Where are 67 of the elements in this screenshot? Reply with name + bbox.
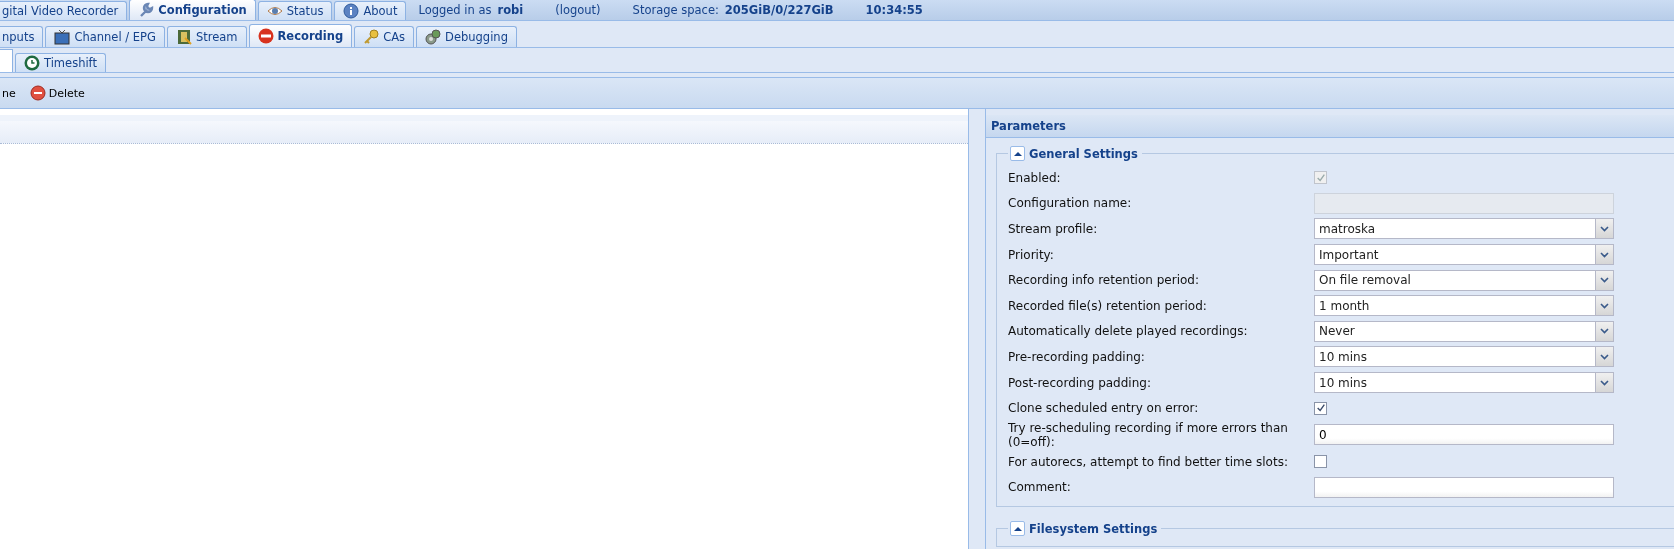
- film-icon: [175, 29, 192, 45]
- field-label: Post-recording padding:: [1008, 375, 1152, 390]
- input-field[interactable]: [1314, 476, 1614, 498]
- dropdown[interactable]: matroska: [1314, 218, 1614, 240]
- tab[interactable]: Channel / EPG: [45, 26, 165, 47]
- caret-icon: [1013, 150, 1022, 157]
- input-field[interactable]: 0: [1314, 424, 1614, 446]
- chevron-down-icon: [1600, 328, 1609, 335]
- logout-link[interactable]: (logout): [555, 3, 601, 17]
- gears-icon: [425, 29, 442, 45]
- info-icon: [343, 3, 360, 19]
- tab[interactable]: gital Video Recorder: [0, 1, 128, 20]
- dropdown[interactable]: Never: [1314, 320, 1614, 342]
- caret-icon: [1013, 525, 1022, 532]
- tab[interactable]: Recording: [248, 24, 353, 47]
- collapse-button[interactable]: [1010, 521, 1025, 537]
- tab[interactable]: About: [334, 1, 407, 20]
- field-label: Comment:: [1008, 480, 1072, 495]
- record-icon: [257, 28, 274, 44]
- section-title: General Settings: [1029, 146, 1138, 161]
- field-label: Clone scheduled entry on error:: [1008, 401, 1200, 416]
- tab[interactable]: nputs: [0, 26, 44, 47]
- field-label: Automatically delete played recordings:: [1008, 324, 1249, 339]
- panel-header: Parameters: [986, 115, 1674, 138]
- field-label: Recording info retention period:: [1008, 273, 1200, 288]
- clock-time: 10:34:55: [865, 3, 923, 17]
- dropdown[interactable]: 10 mins: [1314, 346, 1614, 368]
- field-label: Recorded file(s) retention period:: [1008, 298, 1208, 313]
- tab[interactable]: [0, 49, 13, 72]
- field-label: Configuration name:: [1008, 196, 1133, 211]
- field-label: Enabled:: [1008, 170, 1062, 185]
- chevron-down-icon: [1600, 302, 1609, 309]
- login-label: Logged in as: [418, 3, 492, 17]
- storage-value: 205GiB/0/227GiB: [724, 3, 834, 17]
- field-label: Try re-scheduling recording if more errors than (0=off):: [1008, 420, 1289, 449]
- tab[interactable]: Stream: [166, 26, 247, 47]
- tab[interactable]: Status: [257, 1, 333, 20]
- tab[interactable]: Configuration: [129, 0, 256, 20]
- tab[interactable]: CAs: [354, 26, 415, 47]
- toolbar-button[interactable]: ne: [0, 84, 18, 102]
- field-label: Pre-recording padding:: [1008, 349, 1146, 364]
- tab[interactable]: Debugging: [416, 26, 517, 47]
- clock-icon: [24, 55, 40, 71]
- field-label: Stream profile:: [1008, 222, 1099, 236]
- chevron-down-icon: [1600, 379, 1609, 386]
- chevron-down-icon: [1600, 353, 1609, 360]
- chevron-down-icon: [1600, 226, 1609, 232]
- checkbox[interactable]: [1314, 401, 1327, 415]
- dropdown[interactable]: 1 month: [1314, 295, 1614, 317]
- collapse-button[interactable]: [1010, 146, 1025, 161]
- dropdown[interactable]: 10 mins: [1314, 372, 1614, 394]
- tab[interactable]: Timeshift: [15, 53, 106, 72]
- delete-icon: [29, 85, 46, 101]
- field-label: Priority:: [1008, 247, 1055, 262]
- username: robi: [497, 3, 524, 17]
- dropdown[interactable]: On file removal: [1314, 269, 1614, 291]
- chevron-down-icon: [1600, 251, 1609, 258]
- wrench-icon: [138, 2, 155, 18]
- dropdown[interactable]: Important: [1314, 244, 1614, 266]
- tv-icon: [54, 29, 71, 45]
- toolbar-button[interactable]: Delete: [27, 83, 87, 103]
- storage-label: Storage space:: [632, 3, 719, 17]
- key-icon: [363, 29, 380, 45]
- chevron-down-icon: [1600, 277, 1609, 284]
- section-title: Filesystem Settings: [1029, 521, 1158, 536]
- field-label: For autorecs, attempt to find better time slots:: [1008, 454, 1289, 469]
- checkbox[interactable]: [1314, 455, 1327, 469]
